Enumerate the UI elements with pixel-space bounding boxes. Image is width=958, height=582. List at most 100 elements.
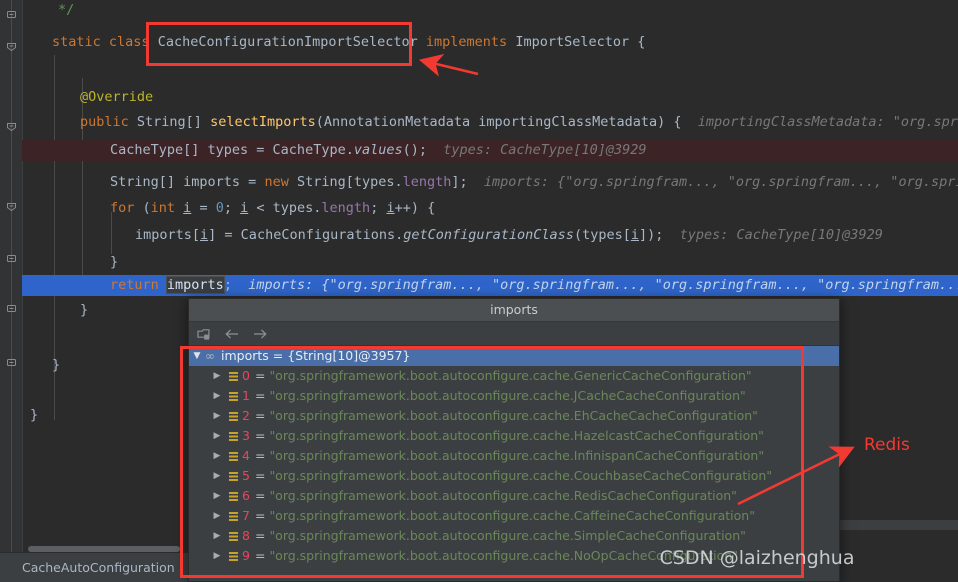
tree-row[interactable]: ▶ 7 = "org.springframework.boot.autoconfigu… [189,506,839,526]
tree-item-index: 1 [242,388,250,403]
code-token: return [110,277,167,293]
tree-item-index: 7 [242,508,250,523]
array-element-icon [225,471,241,482]
set-value-icon[interactable] [195,326,213,342]
chevron-right-icon[interactable]: ▶ [209,506,225,526]
tree-row[interactable]: ▶ 1 = "org.springframework.boot.autoconfigu… [189,386,839,406]
code-line[interactable]: } [22,252,958,273]
code-token: int [150,200,184,216]
tree-item-index: 2 [242,408,250,423]
editor-right-strip [840,520,958,530]
tree-row[interactable]: ▶ 6 = "org.springframework.boot.autoconfigu… [189,486,839,506]
breadcrumb[interactable]: CacheAutoConfiguration [0,552,190,582]
tree-row[interactable]: ▶ 5 = "org.springframework.boot.autoconfigu… [189,466,839,486]
code-token: ]); [638,227,664,243]
code-token: } [110,254,119,270]
arrow-right-icon[interactable] [251,326,269,342]
code-token: values [353,142,403,158]
debug-value-popup[interactable]: imports ▼ ∞ imports = {String[10]@3957} … [188,298,840,582]
tree-item-value: "org.springframework.boot.autoconfigure.… [269,488,737,503]
code-line[interactable]: return imports; imports: {"org.springfra… [22,275,958,296]
tree-row[interactable]: ▶ 8 = "org.springframework.boot.autoconfigu… [189,526,839,546]
popup-title: imports [189,299,839,322]
fold-marker-collapse-icon[interactable] [5,356,18,369]
chevron-right-icon[interactable]: ▶ [209,366,225,386]
tree-item-index: 9 [242,548,250,563]
tree-item-equals: = [254,428,266,443]
fold-marker-collapse-icon[interactable] [5,252,18,265]
array-element-icon [225,451,241,462]
code-line[interactable]: CacheType[] types = CacheType.values(); … [22,140,958,161]
code-token: ImportSelector [515,34,638,50]
inline-debug-hint: imports: {"org.springfram..., "org.sprin… [467,174,958,190]
tree-row[interactable]: ▶ 4 = "org.springframework.boot.autoconfigu… [189,446,839,466]
tree-row-root[interactable]: ▼ ∞ imports = {String[10]@3957} [189,346,839,366]
code-token: ( [142,200,151,216]
code-token: length [402,174,452,190]
tree-item-index: 6 [242,488,250,503]
chevron-right-icon[interactable]: ▶ [209,486,225,506]
chevron-right-icon[interactable]: ▶ [209,386,225,406]
fold-marker-collapse-icon[interactable] [5,8,18,21]
tree-row[interactable]: ▶ 3 = "org.springframework.boot.autoconfigu… [189,426,839,446]
code-token: implements [425,34,516,50]
chevron-right-icon[interactable]: ▶ [209,446,225,466]
arrow-left-icon[interactable] [223,326,241,342]
code-token: i [386,200,395,216]
editor-gutter[interactable] [0,0,23,582]
code-line[interactable]: public String[] selectImports(Annotation… [22,112,958,133]
chevron-down-icon[interactable]: ▼ [189,346,205,366]
tree-item-index: 3 [242,428,250,443]
fold-marker-expand-icon[interactable] [5,120,18,133]
tree-item-value: "org.springframework.boot.autoconfigure.… [269,448,765,463]
code-token: { [637,34,646,50]
tree-item-index: 0 [242,368,250,383]
inline-debug-hint: types: CacheType[10]@3929 [663,227,883,243]
code-line[interactable]: imports[i] = CacheConfigurations.getConf… [22,225,958,246]
tree-item-equals: = [254,368,266,383]
inline-debug-hint: imports: {"org.springfram..., "org.sprin… [231,277,958,293]
code-token: getConfigurationClass [403,227,574,243]
code-token: < types. [248,200,322,216]
code-line[interactable]: static class CacheConfigurationImportSel… [22,32,958,53]
tree-item-value: "org.springframework.boot.autoconfigure.… [269,428,764,443]
watermark: CSDN @laizhenghua [659,547,855,569]
code-token: (AnnotationMetadata importingClassMetada… [315,114,682,130]
tree-root-label: imports = {String[10]@3957} [221,348,411,363]
code-token: ] = CacheConfigurations. [208,227,404,243]
chevron-right-icon[interactable]: ▶ [209,546,225,566]
chevron-right-icon[interactable]: ▶ [209,526,225,546]
fold-marker-expand-icon[interactable] [5,40,18,53]
code-line[interactable]: for (int i = 0; i < types.length; i++) { [22,198,958,219]
tree-item-index: 5 [242,468,250,483]
tree-item-equals: = [254,408,266,423]
tree-row[interactable]: ▶ 2 = "org.springframework.boot.autoconfigu… [189,406,839,426]
code-line[interactable]: */ [22,0,958,21]
code-token: static [52,34,109,50]
code-token: */ [58,2,75,18]
inline-debug-hint: importingClassMetadata: "org.sprin [681,114,958,130]
code-line[interactable]: @Override [22,87,958,108]
code-token: class [108,34,158,50]
popup-toolbar[interactable] [189,322,839,346]
array-element-icon [225,431,241,442]
chevron-right-icon[interactable]: ▶ [209,466,225,486]
fold-marker-expand-icon[interactable] [5,200,18,213]
chevron-right-icon[interactable]: ▶ [209,406,225,426]
code-line[interactable]: String[] imports = new String[types.leng… [22,172,958,193]
tree-item-index: 8 [242,528,250,543]
chevron-right-icon[interactable]: ▶ [209,426,225,446]
code-token: selectImports [210,114,316,130]
array-element-icon [225,551,241,562]
fold-marker-collapse-icon[interactable] [5,302,18,315]
tree-item-equals: = [254,548,266,563]
array-element-icon [225,491,241,502]
code-token: String[] [136,114,211,130]
tree-item-value: "org.springframework.boot.autoconfigure.… [269,508,755,523]
tree-item-equals: = [254,508,266,523]
tree-item-value: "org.springframework.boot.autoconfigure.… [269,408,758,423]
tree-item-value: "org.springframework.boot.autoconfigure.… [269,388,746,403]
tree-row[interactable]: ▶ 0 = "org.springframework.boot.autoconfigu… [189,366,839,386]
tree-item-equals: = [254,448,266,463]
code-token: i [630,227,639,243]
